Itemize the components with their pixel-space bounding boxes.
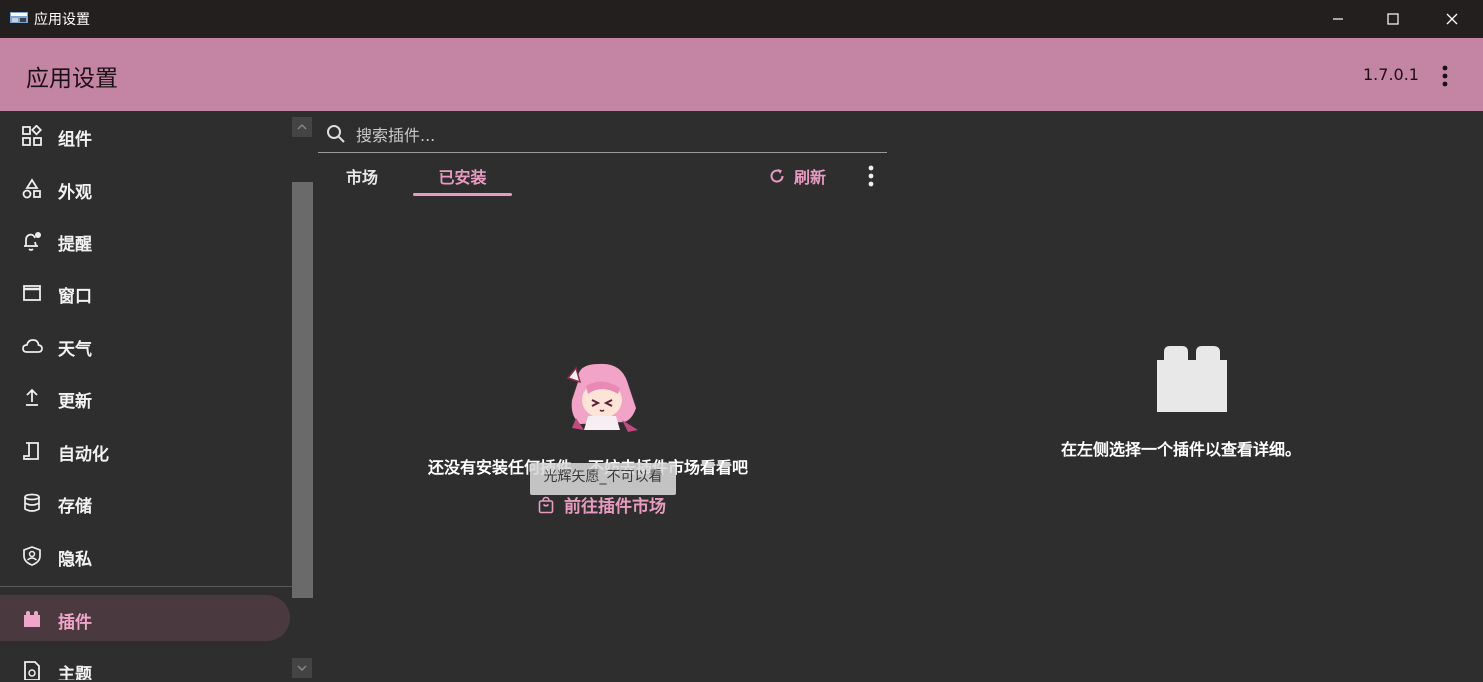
close-icon: [1446, 13, 1458, 25]
app-header: 应用设置 1.7.0.1: [0, 38, 1483, 111]
title-bar: 应用设置: [0, 0, 1483, 38]
sidebar-item-privacy[interactable]: 隐私: [0, 532, 290, 578]
sidebar-item-label: 存储: [58, 497, 92, 517]
app-icon: [10, 12, 28, 23]
search-icon: [327, 125, 345, 143]
sidebar-item-label: 隐私: [58, 550, 92, 570]
tab-label: 市场: [345, 168, 378, 187]
details-hint: 在左侧选择一个插件以查看详细。: [1061, 440, 1302, 459]
sidebar: 组件 外观 提醒 窗口 天气 更新 自动化 存储 隐私 插件 主题: [0, 111, 292, 680]
tab-installed[interactable]: 已安装: [413, 158, 512, 196]
scroll-up-button[interactable]: [292, 117, 312, 137]
automation-icon: [23, 442, 39, 460]
sidebar-item-plugins[interactable]: 插件: [0, 595, 290, 641]
maximize-icon: [1387, 13, 1399, 25]
search-input[interactable]: [354, 121, 878, 149]
tooltip: 光辉矢愿_不可以看: [530, 463, 676, 495]
scrollbar-thumb[interactable]: [292, 182, 313, 598]
sidebar-item-label: 自动化: [58, 445, 109, 465]
minimize-button[interactable]: [1310, 0, 1366, 38]
sidebar-item-theme[interactable]: 主题: [0, 647, 290, 680]
widgets-icon: [22, 125, 43, 146]
window-title: 应用设置: [34, 12, 90, 28]
plugin-icon: [1157, 346, 1227, 412]
update-icon: [26, 388, 38, 406]
sidebar-item-label: 插件: [58, 613, 92, 633]
sidebar-item-window[interactable]: 窗口: [0, 269, 290, 315]
sidebar-item-label: 提醒: [58, 235, 92, 255]
sidebar-item-storage[interactable]: 存储: [0, 479, 290, 525]
sidebar-item-label: 外观: [58, 183, 92, 203]
plugin-search: [318, 116, 887, 153]
sidebar-item-reminders[interactable]: 提醒: [0, 217, 290, 263]
sidebar-item-label: 窗口: [58, 287, 92, 307]
more-vert-icon[interactable]: [1436, 63, 1454, 89]
sidebar-item-automation[interactable]: 自动化: [0, 427, 290, 473]
refresh-label: 刷新: [794, 168, 827, 187]
sidebar-item-label: 天气: [58, 340, 92, 360]
go-to-market-button[interactable]: 前往插件市场: [537, 492, 666, 517]
page-title: 应用设置: [26, 66, 118, 92]
sidebar-item-widgets[interactable]: 组件: [0, 112, 290, 158]
cloud-icon: [22, 339, 43, 353]
chevron-up-icon: [297, 124, 307, 130]
version-label: 1.7.0.1: [1363, 65, 1419, 84]
sidebar-item-label: 组件: [58, 130, 92, 150]
minimize-icon: [1333, 18, 1343, 20]
sidebar-item-update[interactable]: 更新: [0, 374, 290, 420]
privacy-icon: [23, 546, 41, 566]
close-button[interactable]: [1424, 0, 1480, 38]
mascot-image: [566, 363, 638, 432]
notification-icon: [24, 232, 41, 251]
sidebar-divider: [0, 586, 292, 587]
more-vert-icon[interactable]: [862, 164, 880, 188]
window-icon: [23, 285, 41, 301]
sidebar-item-weather[interactable]: 天气: [0, 322, 290, 368]
sidebar-item-appearance[interactable]: 外观: [0, 165, 290, 211]
sidebar-item-label: 更新: [58, 392, 92, 412]
maximize-button[interactable]: [1365, 0, 1421, 38]
tab-label: 已安装: [438, 168, 487, 187]
go-to-market-label: 前往插件市场: [564, 497, 666, 517]
sidebar-item-label: 主题: [58, 665, 92, 680]
theme-icon: [24, 661, 40, 680]
shopping-bag-icon: [538, 496, 554, 513]
chevron-down-icon: [297, 665, 307, 671]
plugin-icon: [24, 611, 40, 627]
scroll-down-button[interactable]: [292, 658, 312, 678]
tab-market[interactable]: 市场: [318, 158, 406, 196]
storage-icon: [24, 493, 40, 512]
refresh-button[interactable]: 刷新: [768, 164, 826, 188]
refresh-icon: [770, 169, 784, 183]
appearance-icon: [22, 178, 41, 199]
